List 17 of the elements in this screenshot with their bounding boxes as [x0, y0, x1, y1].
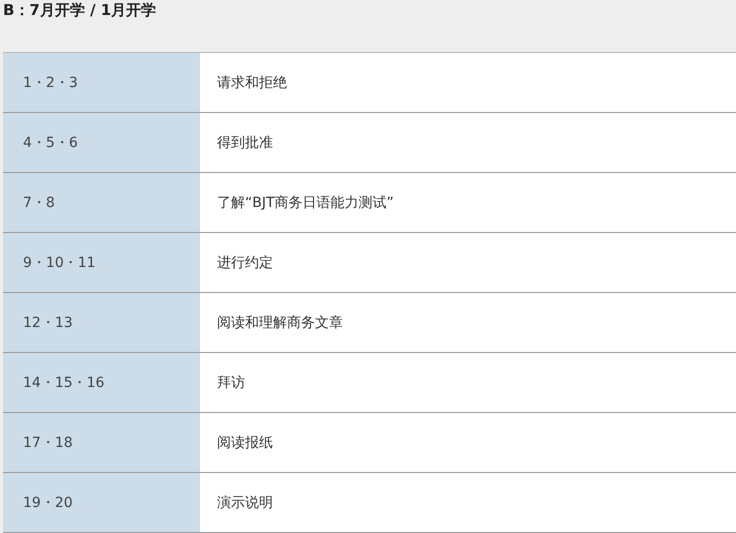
topic-cell: 了解“BJT商务日语能力测试” [200, 173, 736, 232]
unit-numbers-cell: 7・8 [3, 173, 200, 232]
topic-cell: 拜访 [200, 353, 736, 412]
unit-numbers-cell: 4・5・6 [3, 113, 200, 172]
unit-numbers-cell: 14・15・16 [3, 353, 200, 412]
unit-numbers-cell: 19・20 [3, 473, 200, 532]
unit-numbers-cell: 12・13 [3, 293, 200, 352]
topic-cell: 进行约定 [200, 233, 736, 292]
topic-cell: 演示说明 [200, 473, 736, 532]
topic-cell: 得到批准 [200, 113, 736, 172]
topic-cell: 请求和拒绝 [200, 53, 736, 112]
unit-numbers-cell: 17・18 [3, 413, 200, 472]
unit-numbers-cell: 1・2・3 [3, 53, 200, 112]
section-heading: B：7月开学 / 1月开学 [3, 0, 156, 21]
topic-cell: 阅读报纸 [200, 413, 736, 472]
unit-numbers-cell: 9・10・11 [3, 233, 200, 292]
topic-cell: 阅读和理解商务文章 [200, 293, 736, 352]
